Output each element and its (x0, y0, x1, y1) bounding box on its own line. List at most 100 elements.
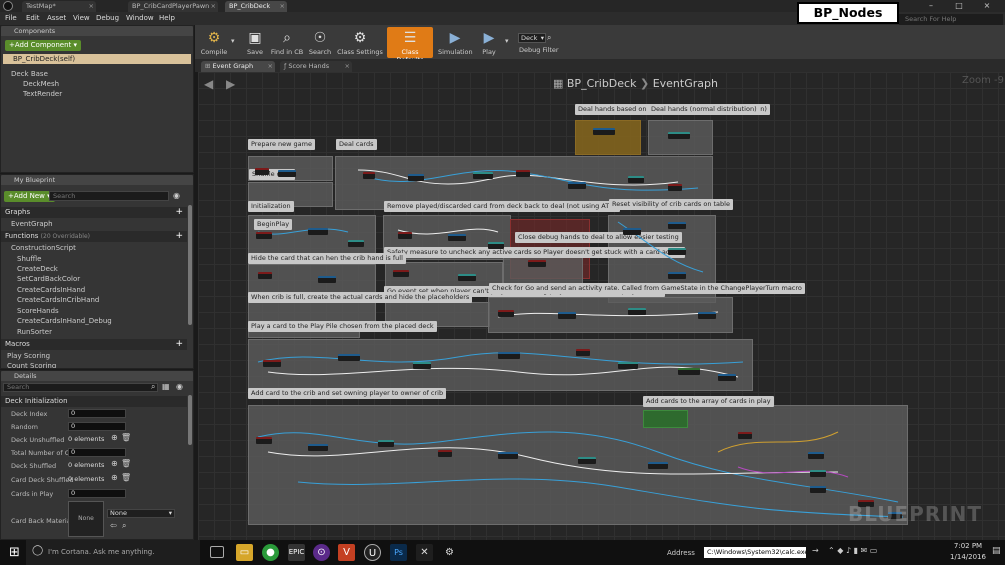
save-button[interactable]: ▣ Save (243, 27, 267, 58)
graph-node[interactable] (738, 432, 752, 439)
graph-node[interactable] (278, 170, 296, 177)
graph-node[interactable] (438, 450, 452, 457)
function-item[interactable]: RunSorter (17, 327, 52, 337)
graph-node[interactable] (628, 176, 644, 183)
file-explorer-icon[interactable]: ▭ (236, 544, 253, 561)
minimize-icon[interactable]: – (916, 0, 946, 12)
close-icon[interactable]: × (89, 1, 94, 12)
tree-item-deck-base[interactable]: Deck Base (11, 69, 48, 79)
eye-icon[interactable]: ◉ (173, 191, 180, 200)
use-selected-icon[interactable]: ⇦ (110, 521, 117, 530)
graph-node[interactable] (593, 128, 615, 135)
close-icon[interactable]: × (280, 1, 285, 12)
graph-node[interactable] (628, 308, 646, 315)
graph-node[interactable] (498, 352, 520, 359)
graph-node[interactable] (668, 132, 690, 139)
graph-node[interactable] (576, 349, 590, 356)
grid-view-icon[interactable]: ▦ (162, 382, 170, 391)
graph-node[interactable] (263, 360, 281, 367)
graph-node[interactable] (668, 184, 682, 191)
add-macro-icon[interactable]: + (175, 339, 183, 350)
graph-node[interactable] (308, 444, 328, 451)
function-item[interactable]: Shuffle (17, 254, 41, 264)
graph-node[interactable] (378, 440, 394, 447)
search-help-input[interactable]: Search For Help (899, 14, 1003, 25)
function-item[interactable]: CreateCardsInCribHand (17, 295, 99, 305)
graph-node[interactable] (255, 168, 269, 175)
graph-node[interactable] (568, 182, 586, 189)
graph-node[interactable] (348, 240, 364, 247)
graph-node[interactable] (393, 270, 409, 277)
close-icon[interactable]: × (268, 61, 273, 72)
add-component-button[interactable]: +Add Component ▾ (5, 40, 82, 51)
clock-time[interactable]: 7:02 PM (948, 542, 988, 550)
menu-file[interactable]: File (5, 12, 17, 25)
add-element-icon[interactable]: ⊕ (111, 433, 118, 442)
self-item[interactable]: BP_CribDeck(self) (3, 54, 191, 64)
property-input[interactable]: 0 (68, 489, 126, 498)
menu-view[interactable]: View (73, 12, 90, 25)
compile-dropdown-icon[interactable]: ▾ (231, 37, 235, 45)
details-search-input[interactable]: Search (3, 383, 158, 392)
details-scrollbar[interactable] (188, 395, 192, 445)
graph-node[interactable] (808, 452, 824, 459)
graph-node[interactable] (473, 172, 493, 179)
graph-node[interactable] (363, 172, 375, 179)
tab-testmap[interactable]: TestMap* × (22, 1, 96, 12)
menu-help[interactable]: Help (159, 12, 175, 25)
graph-node[interactable] (578, 457, 596, 464)
debug-object-select[interactable]: Deck ▾ (518, 33, 546, 43)
compile-button[interactable]: ⚙ Compile (199, 27, 229, 58)
photoshop-icon[interactable]: Ps (390, 544, 407, 561)
windows-start-icon[interactable]: ⊞ (6, 544, 23, 561)
function-item[interactable]: ScoreHands (17, 306, 59, 316)
graph-node[interactable] (258, 272, 272, 279)
vivaldi-icon[interactable]: V (338, 544, 355, 561)
graph-node[interactable] (623, 228, 641, 235)
close-icon[interactable]: × (211, 1, 216, 12)
unreal-editor-icon[interactable]: U (364, 544, 381, 561)
class-defaults-button[interactable]: ☰Class Defaults (387, 27, 433, 64)
function-item[interactable]: SetCardBackColor (17, 274, 80, 284)
add-graph-icon[interactable]: + (175, 207, 183, 218)
tree-item-textrender[interactable]: TextRender (23, 89, 62, 99)
graph-node[interactable] (678, 368, 700, 375)
tab-event-graph[interactable]: ⊞ Event Graph × (201, 61, 275, 72)
simulation-button[interactable]: ▶ Simulation (438, 27, 473, 58)
class-settings-button[interactable]: ⚙ Class Settings (337, 27, 383, 58)
function-item[interactable]: CreateCardsInHand_Debug (17, 316, 112, 326)
graph-item-eventgraph[interactable]: EventGraph (11, 219, 53, 229)
material-select[interactable]: None ▾ (107, 509, 175, 518)
graph-node[interactable] (668, 248, 686, 255)
trash-icon[interactable]: 🗑 (121, 459, 131, 468)
add-element-icon[interactable]: ⊕ (111, 459, 118, 468)
blueprint-search-input[interactable]: Search (49, 191, 169, 201)
settings-gear-icon[interactable]: ⚙ (441, 544, 458, 561)
graph-node[interactable] (516, 170, 530, 177)
blueprint-scrollbar[interactable] (188, 205, 192, 325)
macro-item[interactable]: Count Scoring (7, 361, 56, 368)
property-input[interactable]: 0 (68, 422, 126, 431)
deck-initialization-section[interactable]: Deck Initialization (1, 396, 187, 407)
trash-icon[interactable]: 🗑 (121, 433, 131, 442)
graph-node[interactable] (338, 354, 360, 361)
trash-icon[interactable]: 🗑 (121, 473, 131, 482)
graph-node[interactable] (618, 362, 638, 369)
graph-node[interactable] (256, 437, 272, 444)
property-input[interactable]: 0 (68, 448, 126, 457)
event-graph-canvas[interactable]: ◀ ▶ ▦ BP_CribDeck ❯ EventGraph Zoom -9 D… (198, 72, 1005, 540)
menu-window[interactable]: Window (126, 12, 154, 25)
tab-score-hands[interactable]: ƒ Score Hands × (280, 61, 352, 72)
find-in-cb-button[interactable]: ⌕ Find in CB (270, 27, 304, 58)
close-window-icon[interactable]: × (972, 0, 1002, 12)
task-view-icon[interactable] (210, 546, 224, 558)
add-function-icon[interactable]: + (175, 231, 183, 242)
function-item[interactable]: CreateCardsInHand (17, 285, 85, 295)
graph-node[interactable] (458, 274, 476, 281)
browse-icon[interactable]: ⌕ (122, 521, 126, 531)
tab-bp-cribdeck[interactable]: BP_CribDeck × (225, 1, 287, 12)
app-icon[interactable]: ⊙ (313, 544, 330, 561)
graph-node[interactable] (318, 276, 336, 283)
tab-bp-cribcardplayerpawn[interactable]: BP_CribCardPlayerPawn × (128, 1, 218, 12)
menu-asset[interactable]: Asset (47, 12, 66, 25)
